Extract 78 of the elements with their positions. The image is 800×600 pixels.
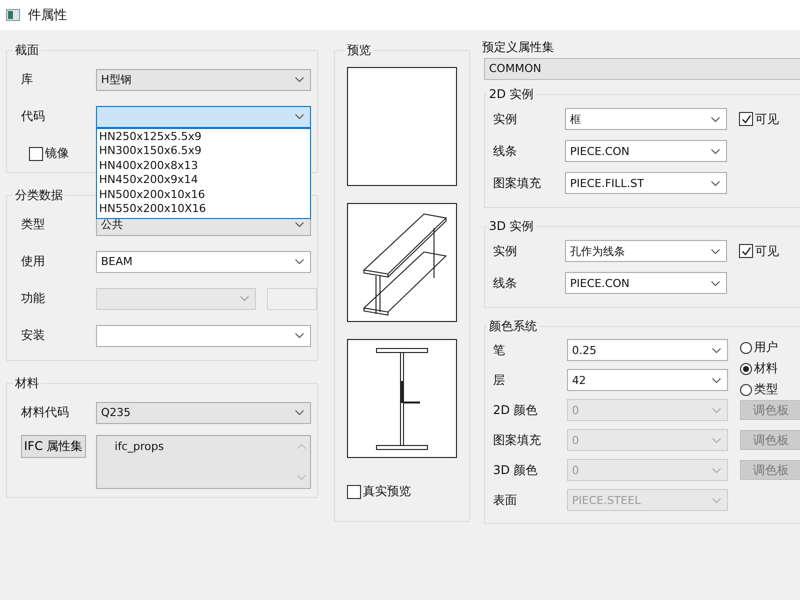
- radio-button[interactable]: [740, 362, 752, 374]
- group-title: 材料: [14, 375, 40, 392]
- checkbox[interactable]: [347, 484, 361, 498]
- dropdown-option[interactable]: HN500x200x10x16: [97, 188, 310, 202]
- ifc-button[interactable]: IFC 属性集: [21, 435, 86, 458]
- checkbox-label: 可见: [755, 110, 779, 128]
- chevron-icon: [711, 248, 720, 254]
- window-title: 件属性: [28, 7, 67, 24]
- radio-label: 材料: [754, 360, 778, 377]
- field-label: 层: [492, 372, 506, 388]
- dropdown-option[interactable]: HN400x200x8x13: [97, 158, 310, 174]
- dropdown[interactable]: 42: [567, 369, 728, 391]
- field-label: 功能: [20, 290, 46, 307]
- field-label: 笔: [492, 342, 506, 358]
- checkbox-label: 镜像: [45, 145, 69, 162]
- chevron-icon: [712, 438, 721, 442]
- app-icon: [6, 9, 20, 21]
- field-label: 图案填充: [492, 432, 542, 448]
- chevron-icon: [711, 180, 720, 186]
- chevron-icon: [711, 280, 720, 286]
- field-label: 安装: [20, 327, 46, 344]
- dropdown[interactable]: PIECE.FILL.ST: [565, 172, 727, 194]
- dropdown[interactable]: 孔作为线条: [565, 240, 727, 262]
- group-title: 截面: [14, 42, 40, 59]
- dropdown[interactable]: Q235: [96, 402, 311, 424]
- group-title: 2D 实例: [488, 86, 535, 103]
- radio-button[interactable]: [740, 384, 752, 396]
- chevron-icon: [712, 468, 721, 472]
- checkbox[interactable]: [739, 112, 753, 126]
- group-title: 颜色系统: [488, 318, 538, 335]
- field-label: 库: [20, 71, 34, 88]
- field-label: 3D 颜色: [492, 462, 539, 478]
- checkbox[interactable]: [739, 244, 753, 258]
- radio-button[interactable]: [740, 342, 752, 354]
- field-label: 2D 颜色: [492, 402, 539, 418]
- field-label: 类型: [20, 216, 46, 233]
- field-label: 实例: [492, 110, 518, 128]
- group-title: 3D 实例: [488, 218, 535, 235]
- radio-label: 用户: [754, 339, 778, 356]
- group-title: 预览: [346, 42, 372, 59]
- chevron-icon: [711, 116, 720, 122]
- dropdown[interactable]: BEAM: [96, 250, 311, 272]
- dropdown-option[interactable]: HN300x150x6.5x9: [97, 144, 310, 159]
- field-label: 材料代码: [20, 404, 70, 421]
- field-label: 使用: [20, 253, 46, 270]
- dropdown[interactable]: [96, 106, 311, 128]
- dropdown[interactable]: PIECE.CON: [565, 272, 727, 294]
- section-label: 预定义属性集: [482, 39, 555, 56]
- checkbox[interactable]: [29, 146, 43, 160]
- dropdown[interactable]: H型钢: [96, 68, 311, 90]
- chevron-icon: [712, 378, 721, 382]
- field-label: 表面: [492, 492, 518, 508]
- dropdown-option[interactable]: HN250x125x5.5x9: [97, 130, 310, 144]
- property-set-bar[interactable]: COMMON: [484, 58, 800, 80]
- field-label: 代码: [20, 108, 46, 125]
- dropdown-option[interactable]: HN450x200x9x14: [97, 173, 310, 188]
- field-label: 图案填充: [492, 174, 542, 192]
- chevron-icon: [712, 348, 721, 352]
- chevron-icon: [711, 148, 720, 154]
- dropdown[interactable]: 0.25: [567, 339, 728, 361]
- chevron-icon: [295, 410, 304, 415]
- field-label: 实例: [492, 242, 518, 260]
- field-label: 线条: [492, 142, 518, 160]
- checkbox-label: 真实预览: [363, 483, 411, 500]
- chevron-icon: [295, 222, 304, 227]
- dropdown[interactable]: 框: [565, 108, 727, 130]
- chevron-icon: [295, 77, 304, 82]
- dropdown[interactable]: PIECE.CON: [565, 140, 727, 162]
- checkbox-label: 可见: [755, 242, 779, 260]
- chevron-icon: [295, 259, 304, 264]
- chevron-icon: [712, 498, 721, 502]
- chevron-icon: [712, 408, 721, 412]
- field-label: 线条: [492, 274, 518, 292]
- chevron-icon: [240, 296, 249, 301]
- chevron-icon: [295, 114, 304, 119]
- group-title: 分类数据: [14, 187, 64, 204]
- chevron-icon: [295, 333, 304, 338]
- radio-label: 类型: [754, 381, 778, 398]
